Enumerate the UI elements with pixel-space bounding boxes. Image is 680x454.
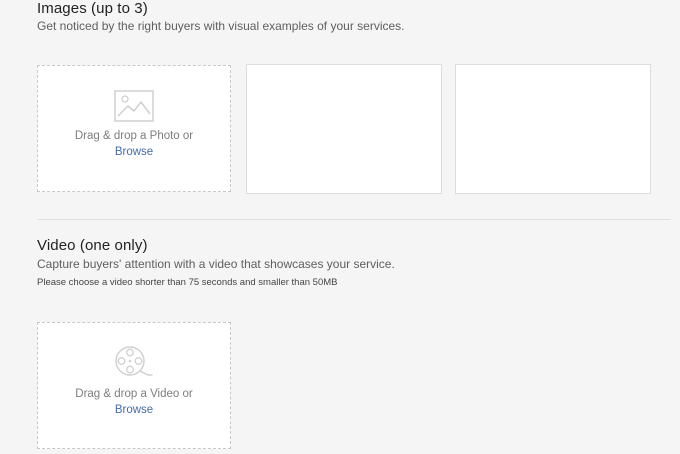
- video-section-description: Capture buyers' attention with a video t…: [37, 257, 395, 271]
- video-section-note: Please choose a video shorter than 75 se…: [37, 277, 338, 288]
- photo-drop-text: Drag & drop a Photo or Browse: [38, 128, 230, 160]
- video-drop-text: Drag & drop a Video or Browse: [38, 386, 230, 418]
- gig-gallery-page: Images (up to 3) Get noticed by the righ…: [0, 0, 680, 454]
- film-reel-icon: [114, 345, 154, 384]
- images-section-description: Get noticed by the right buyers with vis…: [37, 19, 405, 33]
- video-drop-zone[interactable]: Drag & drop a Video or Browse: [37, 322, 231, 449]
- image-slot-2: [246, 64, 442, 194]
- photo-drop-label: Drag & drop a Photo or: [74, 130, 194, 142]
- video-section-title: Video (one only): [37, 237, 148, 254]
- video-drop-label: Drag & drop a Video or: [75, 388, 193, 400]
- video-browse-link[interactable]: Browse: [38, 402, 230, 418]
- images-section-title: Images (up to 3): [37, 0, 148, 17]
- photo-browse-link[interactable]: Browse: [38, 144, 230, 160]
- image-slot-3: [455, 64, 651, 194]
- section-divider: [37, 219, 670, 220]
- photo-drop-zone[interactable]: Drag & drop a Photo or Browse: [37, 65, 231, 192]
- image-icon: [114, 90, 154, 127]
